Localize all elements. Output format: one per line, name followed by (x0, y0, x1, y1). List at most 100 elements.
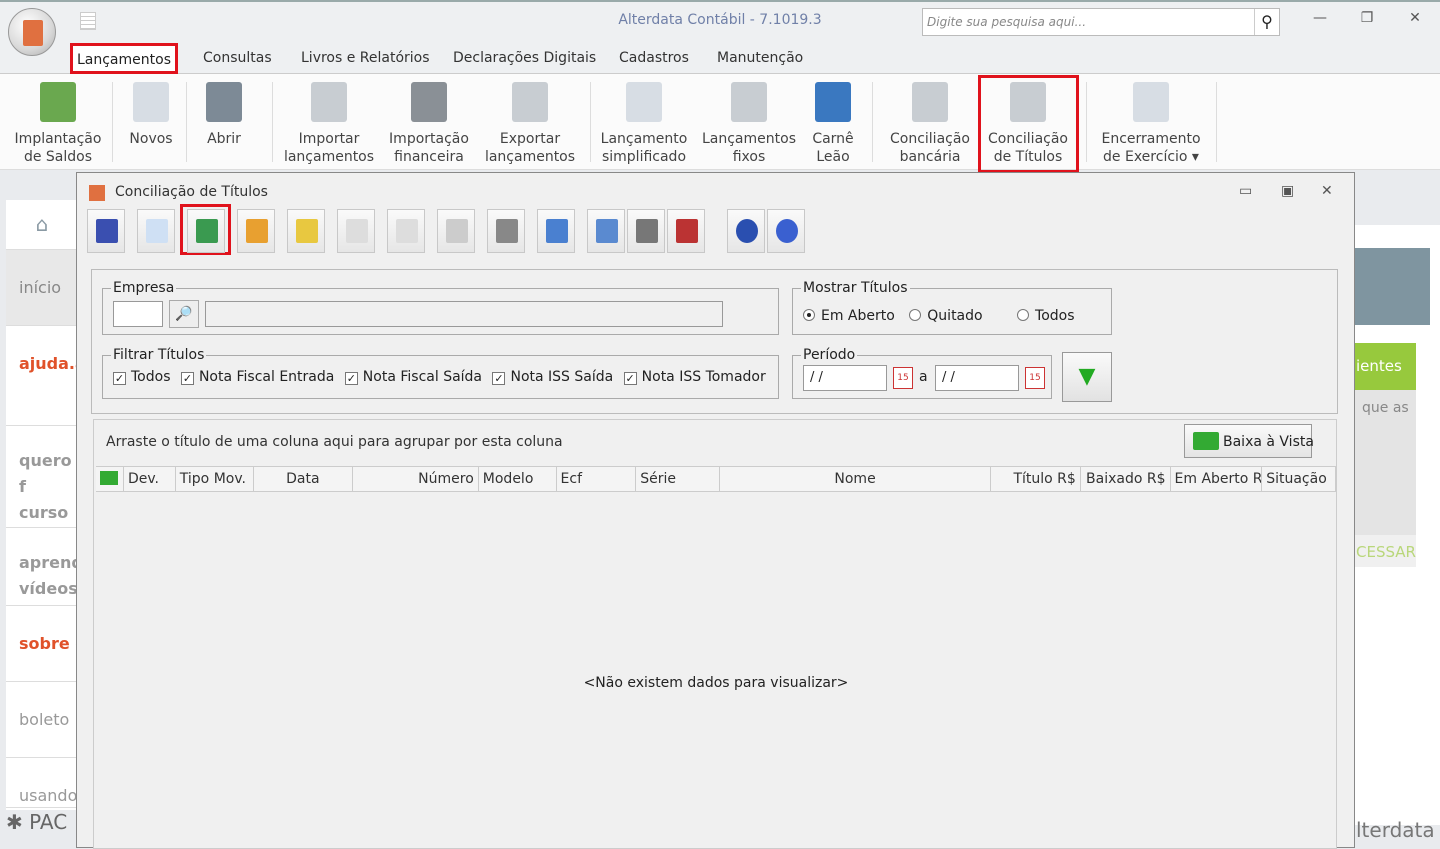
ribbon-label: bancária (899, 149, 961, 165)
ribbon-icon (133, 82, 169, 122)
ribbon-button-11[interactable]: Encerramento de Exercício ▾ (1094, 80, 1208, 166)
mostrar-group: Mostrar Títulos Em Aberto Quitado Todos (792, 280, 1112, 335)
sidebar-item[interactable]: sobre c (6, 606, 78, 682)
check-nf-entrada[interactable]: ✓ Nota Fiscal Entrada (180, 369, 334, 385)
ribbon-label: Importar (298, 131, 360, 147)
confirm-button[interactable] (337, 209, 375, 253)
col-icon[interactable] (96, 467, 124, 491)
date-from-input[interactable]: / / (803, 365, 887, 391)
tab-cadastros[interactable]: Cadastros (619, 50, 689, 66)
info-button[interactable] (727, 209, 765, 253)
ribbon-button-3[interactable]: Importar lançamentos (282, 80, 376, 166)
preview-button[interactable] (537, 209, 575, 253)
empresa-code-input[interactable] (113, 301, 163, 327)
close-button[interactable]: ✕ (1400, 10, 1430, 26)
tab-lancamentos[interactable]: Lançamentos (70, 43, 178, 74)
column-header[interactable]: Tipo Mov. (176, 467, 254, 491)
column-header[interactable]: Baixado R$ (1081, 467, 1171, 491)
radio-quitado[interactable]: Quitado (909, 308, 983, 324)
date-to-input[interactable]: / / (935, 365, 1019, 391)
tab-manutencao[interactable]: Manutenção (717, 50, 803, 66)
child-close-button[interactable]: ✕ (1321, 183, 1333, 199)
calendar-button[interactable] (587, 209, 625, 253)
baixa-a-vista-button[interactable]: Baixa à Vista (1184, 424, 1314, 458)
access-link[interactable]: CESSAR (1354, 535, 1416, 567)
ribbon-button-7[interactable]: Lançamentos fixos (700, 80, 798, 166)
sidebar-item[interactable]: aprend vídeos (6, 528, 78, 606)
app-menu-button[interactable] (8, 8, 56, 56)
column-header[interactable]: Modelo (479, 467, 557, 491)
help-button[interactable] (767, 209, 805, 253)
ribbon-button-4[interactable]: Importação financeira (384, 80, 474, 166)
ribbon-tabs: Consultas Livros e Relatórios Declaraçõe… (0, 42, 1440, 74)
right-panel: ientes que as CESSAR lterdata (1354, 225, 1440, 842)
edit-button[interactable] (287, 209, 325, 253)
radio-todos[interactable]: Todos (1017, 308, 1075, 324)
grid-header: Dev. Tipo Mov. Data Número Modelo Ecf Série Nom… (96, 466, 1336, 492)
check-nf-saida[interactable]: ✓ Nota Fiscal Saída (344, 369, 482, 385)
child-minimize-button[interactable]: ▭ (1239, 183, 1252, 199)
titles-grid: Arraste o título de uma coluna aqui para… (93, 419, 1337, 849)
sidebar-item[interactable]: usando (6, 758, 78, 808)
periodo-group: Período / / 15 a / / 15 (792, 347, 1052, 399)
tab-declaracoes[interactable]: Declarações Digitais (453, 50, 596, 66)
search-button[interactable] (437, 209, 475, 253)
sidebar-item[interactable]: ajuda.a (6, 326, 78, 426)
settings-button[interactable] (627, 209, 665, 253)
ribbon-button-8[interactable]: Carnê Leão (808, 80, 858, 166)
column-header[interactable]: Título R$ (991, 467, 1081, 491)
sidebar-item[interactable]: quero f curso (6, 426, 78, 528)
search-icon[interactable]: ⚲ (1254, 9, 1279, 35)
column-header[interactable]: Nome (720, 467, 992, 491)
cancel-button[interactable] (387, 209, 425, 253)
ribbon-icon (411, 82, 447, 122)
cancel-icon (396, 219, 418, 243)
ribbon-button-5[interactable]: Exportar lançamentos (484, 80, 576, 166)
edit-icon (296, 219, 318, 243)
filter-funnel-button[interactable]: ▼ (1062, 352, 1112, 402)
check-iss-saida[interactable]: ✓ Nota ISS Saída (492, 369, 613, 385)
column-header[interactable]: Dev. (124, 467, 176, 491)
column-header[interactable]: Data (254, 467, 354, 491)
calendar-from-icon[interactable]: 15 (893, 367, 913, 389)
ribbon-button-9[interactable]: Conciliação bancária (884, 80, 976, 166)
sidebar-item[interactable]: boleto (6, 682, 78, 758)
new-item-button[interactable] (237, 209, 275, 253)
column-header[interactable]: Em Aberto R (1171, 467, 1263, 491)
search-empresa-button[interactable]: 🔎 (169, 300, 199, 328)
ribbon-icon (311, 82, 347, 122)
column-header[interactable]: Número (353, 467, 479, 491)
ribbon-label: Exportar (499, 131, 561, 147)
column-header[interactable]: Ecf (557, 467, 637, 491)
sidebar-item[interactable]: início (6, 250, 78, 326)
column-header[interactable]: Situação (1262, 467, 1336, 491)
ribbon-button-2[interactable]: Abrir (192, 80, 256, 148)
filters-panel: Empresa 🔎 Mostrar Títulos Em Aberto Quit… (91, 269, 1338, 414)
ribbon-button-0[interactable]: Implantação de Saldos (8, 80, 108, 166)
print-button[interactable] (487, 209, 525, 253)
green-banner[interactable]: ientes (1354, 343, 1416, 390)
check-iss-tomador[interactable]: ✓ Nota ISS Tomador (623, 369, 766, 385)
ribbon-label: Encerramento (1101, 131, 1201, 147)
restore-button[interactable]: ❐ (1352, 10, 1382, 26)
calendar-to-icon[interactable]: 15 (1025, 367, 1045, 389)
minimize-button[interactable]: — (1305, 10, 1335, 26)
report-button[interactable] (667, 209, 705, 253)
tab-consultas[interactable]: Consultas (203, 50, 272, 66)
tab-livros[interactable]: Livros e Relatórios (301, 50, 430, 66)
import-button[interactable] (187, 209, 225, 253)
new-doc-button[interactable] (137, 209, 175, 253)
radio-em-aberto[interactable]: Em Aberto (803, 308, 895, 324)
new-doc-icon (146, 219, 168, 243)
ribbon-button-6[interactable]: Lançamento simplificado (596, 80, 692, 166)
check-todos[interactable]: ✓ Todos (113, 369, 170, 385)
calculator-quick-icon[interactable] (80, 12, 96, 30)
column-header[interactable]: Série (636, 467, 721, 491)
ribbon-button-1[interactable]: Novos (118, 80, 184, 148)
child-restore-button[interactable]: ▣ (1281, 183, 1294, 199)
home-icon[interactable]: ⌂ (6, 200, 78, 250)
exit-button[interactable] (87, 209, 125, 253)
sidebar-footer: ✱ PAC (6, 810, 68, 834)
filtrar-label: Filtrar Títulos (113, 347, 205, 363)
search-input[interactable]: Digite sua pesquisa aqui... (922, 8, 1280, 36)
